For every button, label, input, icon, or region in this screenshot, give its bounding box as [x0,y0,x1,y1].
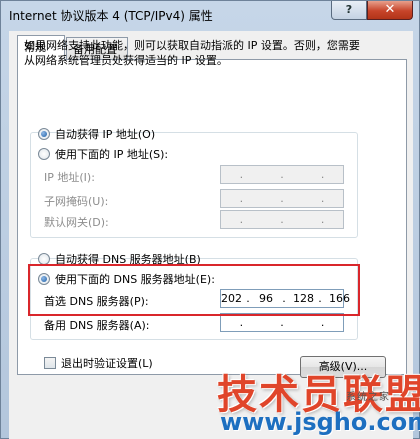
subnet-mask-label: 子网掩码(U): [44,195,109,208]
validate-on-exit-label: 退出时验证设置(L) [61,357,153,370]
alternate-dns-label: 备用 DNS 服务器(A): [44,319,150,332]
manual-dns-option[interactable]: 使用下面的 DNS 服务器地址(E): [38,271,218,287]
auto-ip-radio[interactable] [38,128,50,140]
ip-address-input[interactable]: ... [220,165,344,184]
watermark-url: www.jsgho.com [220,408,420,436]
close-button[interactable]: ✕ [367,1,413,20]
manual-ip-option[interactable]: 使用下面的 IP 地址(S): [38,146,172,162]
help-button[interactable]: ? [331,1,367,20]
auto-dns-label: 自动获得 DNS 服务器地址(B) [55,253,201,266]
manual-ip-label: 使用下面的 IP 地址(S): [55,148,169,161]
watermark-caption: 系统之家 [346,392,390,403]
manual-dns-radio[interactable] [38,273,50,285]
auto-ip-label: 自动获得 IP 地址(O) [55,128,156,141]
validate-on-exit-option[interactable]: 退出时验证设置(L) [44,355,153,371]
auto-dns-option[interactable]: 自动获得 DNS 服务器地址(B) [38,251,201,267]
description-text: 如果网络支持此功能，则可以获取自动指派的 IP 设置。否则，您需要从网络系统管理… [24,39,360,67]
manual-dns-label: 使用下面的 DNS 服务器地址(E): [55,273,215,286]
preferred-dns-input[interactable]: 202. 96. 128. 166 [220,289,350,308]
auto-dns-radio[interactable] [38,253,50,265]
alternate-dns-input[interactable]: ... [220,313,344,332]
title-bar[interactable]: Internet 协议版本 4 (TCP/IPv4) 属性 ? ✕ [1,1,419,29]
subnet-mask-input[interactable]: ... [220,189,344,208]
default-gateway-label: 默认网关(D): [44,216,109,229]
default-gateway-input[interactable]: ... [220,210,344,229]
auto-ip-option[interactable]: 自动获得 IP 地址(O) [38,126,155,142]
window-title: Internet 协议版本 4 (TCP/IPv4) 属性 [9,9,213,23]
preferred-dns-label: 首选 DNS 服务器(P): [44,295,149,308]
manual-ip-radio[interactable] [38,148,50,160]
validate-on-exit-checkbox[interactable] [44,357,56,369]
ip-address-label: IP 地址(I): [44,171,95,184]
